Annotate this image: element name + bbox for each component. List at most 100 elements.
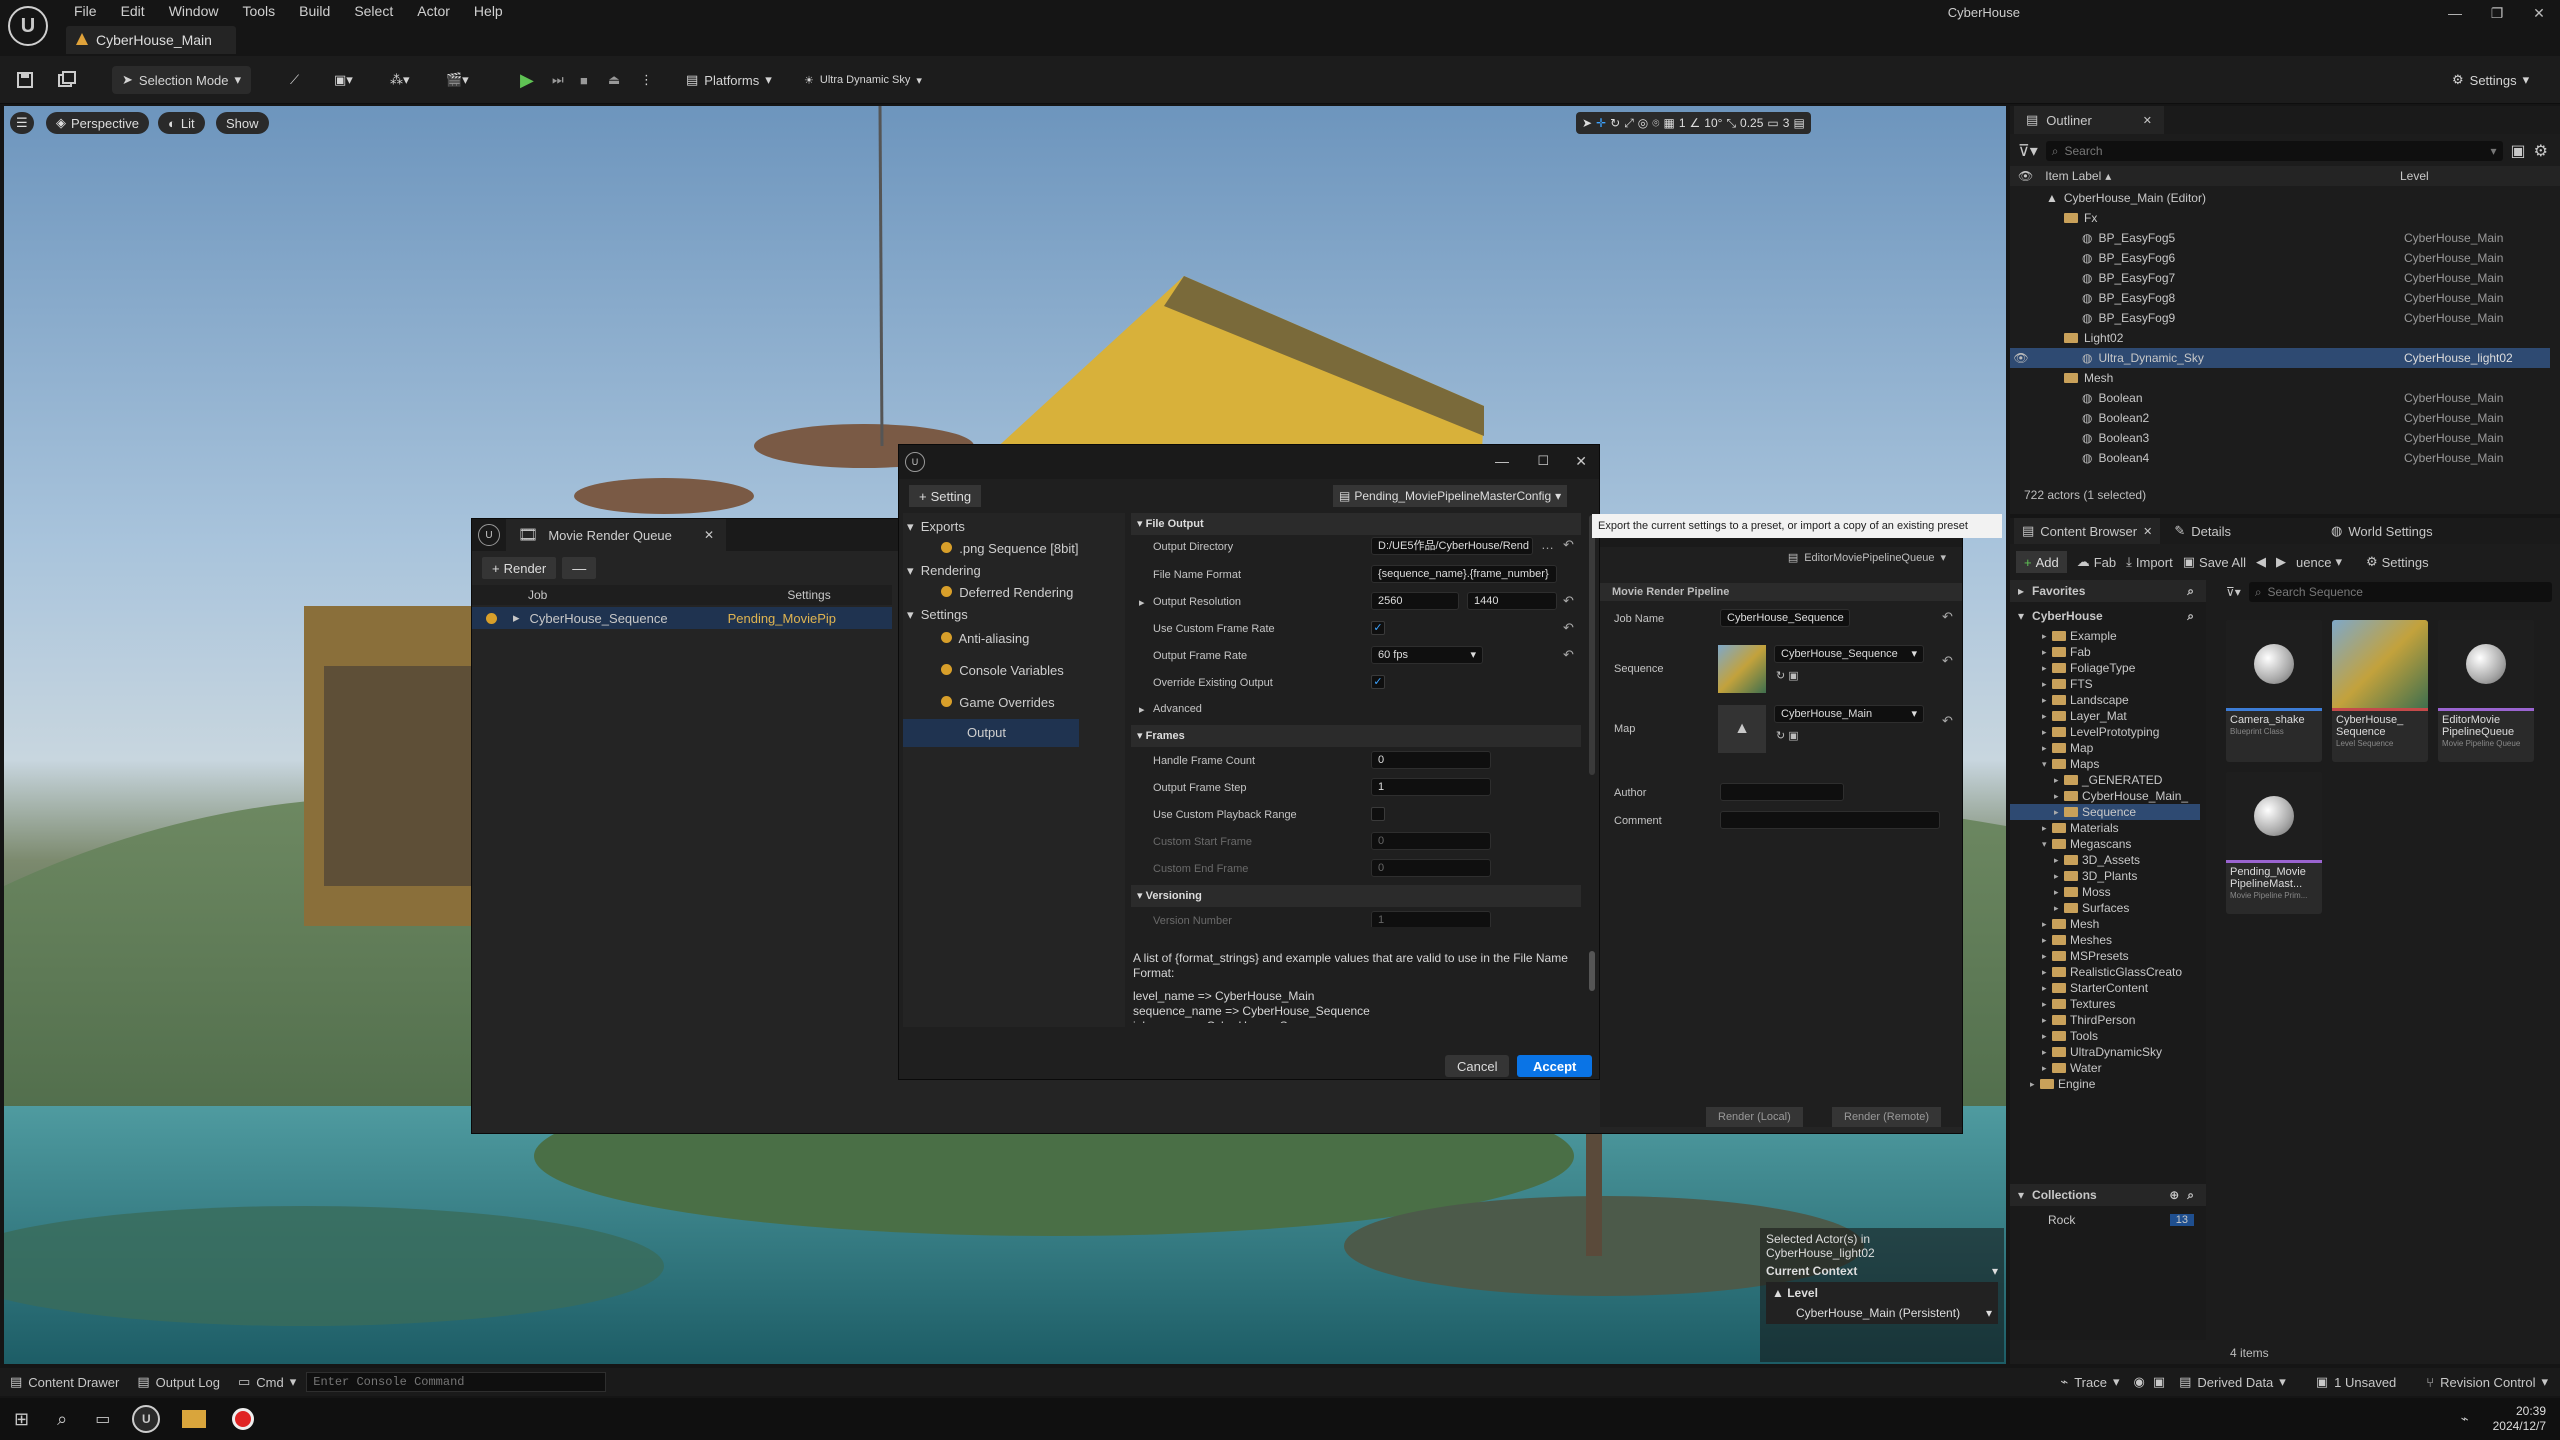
scale-snap-icon[interactable]: ⤡ [1726, 116, 1736, 131]
render-add-button[interactable]: + Render [482, 557, 557, 579]
folder-tree-item[interactable]: ▸ Landscape [2010, 692, 2200, 708]
nav-game[interactable]: Game Overrides [941, 695, 1055, 710]
sky-button[interactable]: ☀ Ultra Dynamic Sky ▾ [804, 66, 922, 94]
expand-icon[interactable]: ▸ [2042, 1047, 2052, 1058]
path-breadcrumb[interactable]: uence ▾ [2296, 554, 2342, 570]
close-icon[interactable]: ✕ [704, 528, 714, 542]
grid-snap-value[interactable]: 1 [1679, 116, 1686, 130]
outliner-row[interactable]: ◍ BP_EasyFog9 CyberHouse_Main [2010, 308, 2550, 328]
expand-icon[interactable]: ▸ [2042, 919, 2052, 930]
surface-snap-icon[interactable]: ⌾ [1652, 116, 1659, 131]
folder-tree-item[interactable]: ▸ Example [2010, 628, 2200, 644]
record-icon[interactable]: ◉ [2133, 1374, 2144, 1390]
folder-tree-item[interactable]: ▸ Meshes [2010, 932, 2200, 948]
expand-icon[interactable]: ▸ [2042, 951, 2052, 962]
asset-tile[interactable]: CyberHouse_ Sequence Level Sequence [2332, 620, 2428, 762]
current-context-header[interactable]: Current Context ▾ [1766, 1264, 1998, 1278]
derived-data-button[interactable]: ▤ Derived Data ▾ [2179, 1374, 2286, 1390]
reset-icon[interactable]: ↶ [1942, 653, 1953, 669]
expand-icon[interactable]: ▸ [2042, 1015, 2052, 1026]
windows-start-icon[interactable]: ⊞ [14, 1409, 29, 1430]
lit-button[interactable]: ◐ Lit [158, 112, 205, 134]
expand-icon[interactable]: ▸ [2042, 647, 2052, 658]
reset-icon[interactable]: ↶ [1942, 713, 1953, 729]
folder-tree-item[interactable]: ▸ MSPresets [2010, 948, 2200, 964]
favorites-header[interactable]: ▸ Favorites ⌕ [2010, 580, 2206, 602]
job-column-header[interactable]: Job [528, 588, 547, 602]
expand-icon[interactable]: ▾ [2042, 759, 2052, 770]
folder-tree-item[interactable]: ▸ LevelPrototyping [2010, 724, 2200, 740]
asset-tile[interactable]: EditorMovie PipelineQueue Movie Pipeline … [2438, 620, 2534, 762]
nav-deferred[interactable]: Deferred Rendering [941, 585, 1073, 600]
reset-icon[interactable]: ↶ [1563, 647, 1574, 663]
folder-tree-item[interactable]: ▸ FoliageType [2010, 660, 2200, 676]
accept-button[interactable]: Accept [1517, 1055, 1593, 1077]
folder-tree-item[interactable]: ▸ Layer_Mat [2010, 708, 2200, 724]
expand-icon[interactable]: ▸ [2042, 823, 2052, 834]
add-collection-icon[interactable]: ⊕ [2169, 1188, 2179, 1202]
menu-item-edit[interactable]: Edit [109, 0, 157, 22]
browse-icon[interactable]: ↻ ▣ [1776, 729, 1799, 742]
folder-tree-item[interactable]: ▾ Maps [2010, 756, 2200, 772]
reset-icon[interactable]: ↶ [1942, 609, 1953, 625]
expand-icon[interactable]: ▸ [2042, 935, 2052, 946]
eject-icon[interactable]: ⏏ [608, 66, 620, 94]
custom-frame-rate-checkbox[interactable]: ✓ [1371, 621, 1385, 635]
render-remote-button[interactable]: Render (Remote) [1832, 1107, 1941, 1127]
outliner-search-input[interactable]: ⌕ Search ▾ [2045, 141, 2503, 161]
remove-job-button[interactable]: — [562, 557, 597, 579]
persistent-level-dropdown[interactable]: CyberHouse_Main (Persistent) ▾ [1772, 1306, 1992, 1320]
file-name-format-field[interactable]: {sequence_name}.{frame_number} [1371, 565, 1557, 583]
reset-icon[interactable]: ↶ [1563, 620, 1574, 636]
visibility-icon[interactable]: 👁 [2010, 351, 2032, 365]
expand-icon[interactable]: ▸ [2042, 967, 2052, 978]
expand-icon[interactable]: ▸ [1139, 703, 1145, 716]
folder-tree-item[interactable]: ▸ ThirdPerson [2010, 1012, 2200, 1028]
folder-tree-item[interactable]: ▸ Tools [2010, 1028, 2200, 1044]
trace-button[interactable]: ⌁ Trace ▾ [2060, 1374, 2119, 1390]
resolution-height-field[interactable]: 1440 [1467, 592, 1557, 610]
expand-icon[interactable]: ▸ [2054, 807, 2064, 818]
expand-icon[interactable]: ▸ [2042, 679, 2052, 690]
network-icon[interactable]: ⌁ [2461, 1411, 2469, 1427]
expand-icon[interactable]: ▸ [2054, 903, 2064, 914]
selection-mode-button[interactable]: ➤ Selection Mode ▾ [112, 66, 252, 94]
advanced-label[interactable]: Advanced [1153, 703, 1202, 715]
menu-item-select[interactable]: Select [342, 0, 405, 22]
nav-png[interactable]: .png Sequence [8bit] [941, 541, 1079, 556]
fab-button[interactable]: ☁ Fab [2077, 554, 2116, 570]
viewport-menu-button[interactable]: ☰ [10, 112, 34, 134]
world-icon[interactable]: ◎ [1638, 116, 1648, 130]
versioning-section[interactable]: ▾ Versioning [1131, 885, 1581, 907]
expand-icon[interactable]: ▸ [2042, 983, 2052, 994]
camera-speed-value[interactable]: 3 [1783, 116, 1790, 130]
menu-item-help[interactable]: Help [462, 0, 515, 22]
comment-field[interactable] [1720, 811, 1940, 829]
save-icon[interactable] [16, 66, 34, 94]
visibility-icon[interactable]: 👁 [2018, 169, 2033, 183]
frames-section[interactable]: ▾ Frames [1131, 725, 1581, 747]
folder-tree-item[interactable]: ▸ UltraDynamicSky [2010, 1044, 2200, 1060]
search-icon[interactable]: ⌕ [57, 1409, 67, 1430]
cinematics-icon[interactable]: 🎬▾ [446, 66, 469, 94]
camera-icon[interactable]: ▣ [2153, 1374, 2165, 1390]
expand-icon[interactable]: ▸ [2042, 1063, 2052, 1074]
play-options-icon[interactable]: ⋮ [640, 66, 653, 94]
file-output-section[interactable]: ▾ File Output [1131, 513, 1581, 535]
expand-icon[interactable]: ▸ [2054, 871, 2064, 882]
handle-frame-count-field[interactable]: 0 [1371, 751, 1491, 769]
gear-icon[interactable]: ⚙ [2534, 141, 2548, 161]
custom-playback-range-checkbox[interactable] [1371, 807, 1385, 821]
expand-icon[interactable]: ▸ [2054, 855, 2064, 866]
add-button[interactable]: + Add [2016, 551, 2067, 573]
filter-icon[interactable]: ⊽▾ [2018, 141, 2038, 161]
file-explorer-icon[interactable] [182, 1410, 207, 1428]
unreal-logo-icon[interactable]: U [8, 6, 48, 46]
menu-item-build[interactable]: Build [287, 0, 342, 22]
folder-tree-item[interactable]: ▸ Mesh [2010, 916, 2200, 932]
nav-cvars[interactable]: Console Variables [941, 663, 1064, 678]
output-log-button[interactable]: ▤ Output Log [137, 1374, 220, 1390]
layout-icon[interactable]: ▤ [1793, 116, 1804, 130]
outliner-row[interactable]: ◍ BP_EasyFog8 CyberHouse_Main [2010, 288, 2550, 308]
expand-icon[interactable]: ▸ [2042, 663, 2052, 674]
